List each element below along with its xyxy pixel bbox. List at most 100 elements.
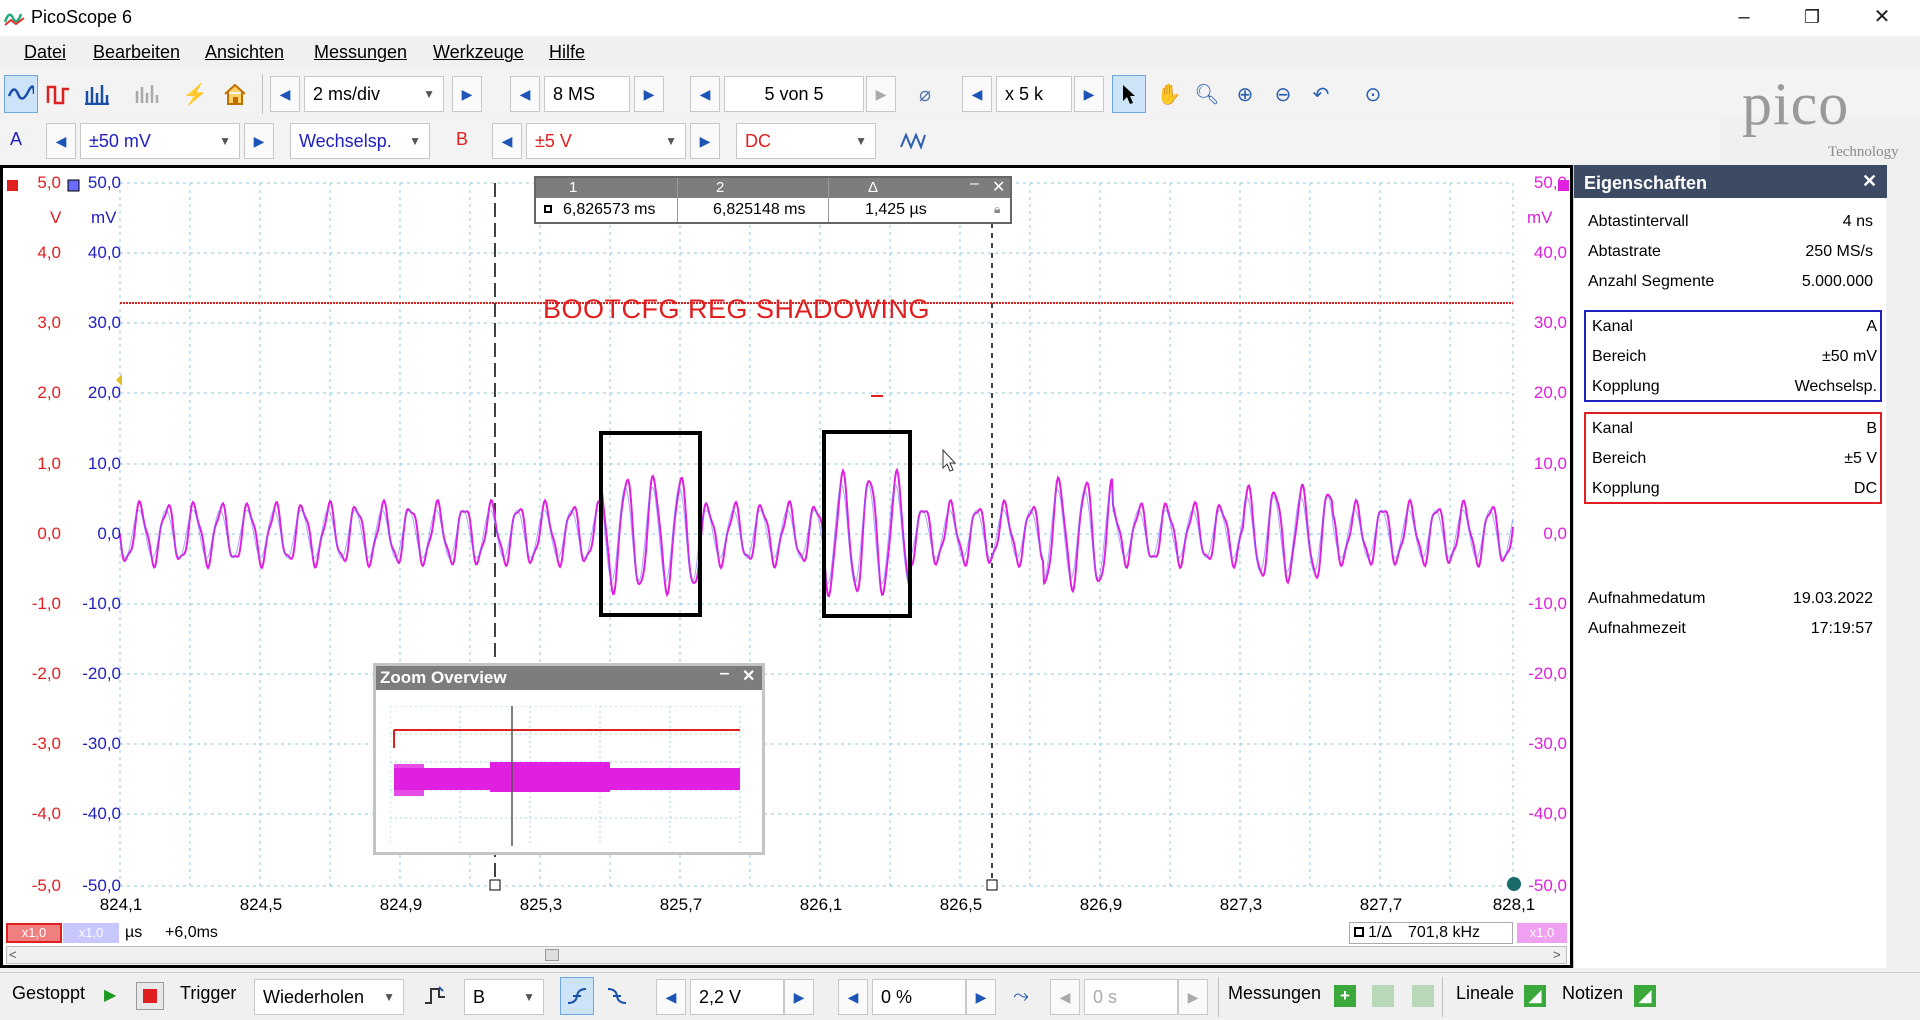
- channel-a-scale-button[interactable]: x1,0: [63, 923, 119, 943]
- menu-datei[interactable]: Datei: [24, 42, 66, 63]
- samples-field[interactable]: 8 MS: [544, 76, 630, 112]
- delay-prev[interactable]: ◀: [1050, 979, 1080, 1015]
- close-icon[interactable]: ✕: [992, 177, 1005, 197]
- channel-b-scale-button[interactable]: x1,0: [6, 923, 62, 943]
- pretrigger-next[interactable]: ▶: [966, 979, 996, 1015]
- close-icon[interactable]: ✕: [1862, 171, 1877, 192]
- x-tick: 828,1: [1492, 895, 1536, 914]
- scrollbar-thumb[interactable]: [545, 949, 559, 961]
- delay-field[interactable]: 0 s: [1084, 979, 1178, 1015]
- minimize-icon[interactable]: ‒: [720, 665, 729, 683]
- a-axis-unit: mV: [91, 208, 117, 227]
- channel-b-label[interactable]: B: [456, 129, 468, 150]
- scope-mode-icon[interactable]: [4, 75, 38, 113]
- menu-ansichten[interactable]: Ansichten: [205, 42, 284, 63]
- delete-measurement-icon[interactable]: [1412, 985, 1434, 1007]
- timebase-select[interactable]: 2 ms/div ▼: [304, 76, 444, 112]
- channel-b-range-select[interactable]: ±5 V ▼: [526, 123, 686, 159]
- add-measurement-icon[interactable]: +: [1334, 985, 1356, 1007]
- ruler-divider: [828, 178, 829, 222]
- signal-generator-icon[interactable]: ⚡: [178, 75, 212, 113]
- channel-b-coupling-select[interactable]: DC ▼: [736, 123, 876, 159]
- property-key: Kanal: [1592, 318, 1633, 335]
- delay-next[interactable]: ▶: [1178, 979, 1208, 1015]
- zoom-prev-button[interactable]: ◀: [962, 76, 992, 112]
- notes-icon[interactable]: ◢: [1634, 985, 1656, 1007]
- close-icon[interactable]: ✕: [742, 666, 755, 686]
- zoom-out-icon[interactable]: ⊖: [1266, 75, 1300, 113]
- picoscope-app-icon: [4, 13, 25, 26]
- trigger-source-select[interactable]: B ▼: [464, 979, 544, 1015]
- channel-a-label[interactable]: A: [10, 129, 22, 150]
- samples-next-button[interactable]: ▶: [634, 76, 664, 112]
- buffer-next-button[interactable]: ▶: [866, 76, 896, 112]
- trigger-advanced-icon[interactable]: [418, 977, 452, 1015]
- trigger-level-prev[interactable]: ◀: [656, 979, 686, 1015]
- run-icon[interactable]: ▶: [104, 985, 116, 1005]
- scroll-right-icon[interactable]: >: [1553, 947, 1561, 962]
- frequency-readout: 1/Δ 701,8 kHz: [1349, 922, 1513, 944]
- rulers-label: Lineale: [1456, 983, 1515, 1003]
- trigger-mode-select[interactable]: Wiederholen ▼: [254, 979, 404, 1015]
- close-button[interactable]: ✕: [1851, 0, 1913, 36]
- spectrum-mode-icon[interactable]: [80, 75, 114, 113]
- toolbar-separator: [1218, 977, 1219, 1017]
- post-trigger-delay-icon[interactable]: ⤳: [1004, 977, 1038, 1015]
- stop-button[interactable]: [136, 982, 164, 1010]
- rising-edge-icon[interactable]: [560, 977, 594, 1015]
- ruler-settings-icon[interactable]: ◢: [1524, 985, 1546, 1007]
- buffer-navigator-icon[interactable]: ⌀: [908, 75, 942, 113]
- edit-measurement-icon[interactable]: [1372, 985, 1394, 1007]
- menu-werkzeuge[interactable]: Werkzeuge: [433, 42, 524, 63]
- timebase-prev-button[interactable]: ◀: [270, 76, 300, 112]
- channel-b-range-next[interactable]: ▶: [690, 123, 720, 159]
- property-row: Kopplung DC: [1592, 480, 1877, 504]
- scope-view[interactable]: 5,0 4,0 3,0 2,0 1,0 0,0 -1,0 -2,0 -3,0 -…: [0, 165, 1573, 968]
- ruler-table[interactable]: 1 2 Δ ‒ ✕ 6,826573 ms 6,825148 ms 1,425 …: [534, 175, 1012, 224]
- horizontal-scrollbar[interactable]: < >: [6, 946, 1567, 964]
- select-pointer-icon[interactable]: [1112, 75, 1146, 113]
- channel-a-range-next[interactable]: ▶: [244, 123, 274, 159]
- trigger-level-value: 2,2 V: [699, 987, 742, 1007]
- hand-pan-icon[interactable]: ✋: [1152, 75, 1186, 113]
- falling-edge-icon[interactable]: [600, 977, 634, 1015]
- channel-b-range-prev[interactable]: ◀: [492, 123, 522, 159]
- pretrigger-field[interactable]: 0 %: [872, 979, 966, 1015]
- persistence-mode-icon[interactable]: [42, 75, 76, 113]
- zoom-in-icon[interactable]: ⊕: [1228, 75, 1262, 113]
- right-scale-button[interactable]: x1,0: [1517, 923, 1567, 943]
- menu-messungen[interactable]: Messungen: [314, 42, 407, 63]
- zoom-overview-icon[interactable]: ⊙: [1356, 75, 1390, 113]
- home-icon[interactable]: [218, 75, 252, 113]
- x-tick: 824,5: [239, 895, 283, 914]
- timebase-next-button[interactable]: ▶: [452, 76, 482, 112]
- channel-b-properties: Kanal B Bereich ±5 V Kopplung DC: [1584, 412, 1882, 504]
- property-row: Kanal B: [1592, 420, 1877, 444]
- zoom-overview-window[interactable]: Zoom Overview ‒ ✕: [373, 663, 765, 855]
- zoom-area-icon[interactable]: 🔍︎: [1190, 75, 1224, 113]
- samples-prev-button[interactable]: ◀: [510, 76, 540, 112]
- lock-icon[interactable]: 🔒︎: [994, 202, 1000, 217]
- channel-a-range-prev[interactable]: ◀: [46, 123, 76, 159]
- maximize-button[interactable]: ❐: [1781, 0, 1843, 36]
- zoom-field[interactable]: x 5 k: [996, 76, 1072, 112]
- menu-bearbeiten[interactable]: Bearbeiten: [93, 42, 180, 63]
- math-channels-icon[interactable]: [896, 122, 930, 160]
- pretrigger-prev[interactable]: ◀: [838, 979, 868, 1015]
- menu-hilfe[interactable]: Hilfe: [549, 42, 585, 63]
- undo-zoom-icon[interactable]: ↶: [1304, 75, 1338, 113]
- channel-a-coupling-select[interactable]: Wechselsp. ▼: [290, 123, 430, 159]
- ruler-square-icon: [544, 205, 552, 213]
- trigger-level-next[interactable]: ▶: [784, 979, 814, 1015]
- buffer-field[interactable]: 5 von 5: [724, 76, 864, 112]
- zoom-next-button[interactable]: ▶: [1074, 76, 1104, 112]
- trigger-level-field[interactable]: 2,2 V: [690, 979, 784, 1015]
- scroll-left-icon[interactable]: <: [9, 947, 17, 962]
- buffer-prev-button[interactable]: ◀: [690, 76, 720, 112]
- right-tick: -30,0: [1528, 734, 1567, 753]
- minimize-button[interactable]: –: [1713, 0, 1775, 36]
- channel-a-range-select[interactable]: ±50 mV ▼: [80, 123, 240, 159]
- minimize-icon[interactable]: ‒: [970, 175, 979, 193]
- property-key: Aufnahmezeit: [1588, 620, 1686, 637]
- property-row: Abtastrate 250 MS/s: [1588, 243, 1873, 267]
